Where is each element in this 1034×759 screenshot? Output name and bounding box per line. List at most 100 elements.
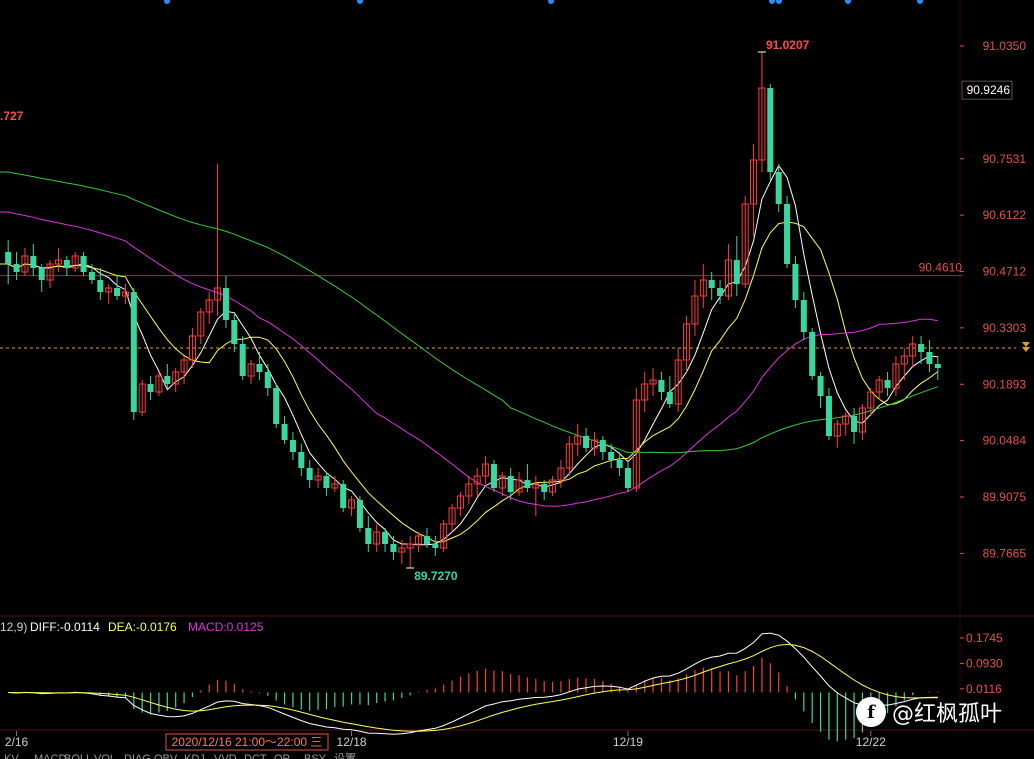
candle[interactable] (180, 356, 188, 384)
indicator-tab[interactable]: DCT (244, 753, 267, 759)
candle[interactable] (875, 376, 883, 400)
indicator-tab[interactable]: KV (4, 753, 19, 759)
candle[interactable] (851, 408, 858, 444)
candle[interactable] (884, 372, 891, 396)
candle[interactable] (699, 264, 707, 308)
candle[interactable] (817, 372, 824, 408)
candle[interactable] (926, 340, 933, 372)
candles[interactable] (5, 52, 941, 568)
candle[interactable] (365, 516, 372, 552)
candle[interactable] (758, 52, 766, 172)
candle[interactable] (432, 536, 439, 556)
indicator-tab[interactable]: DIAG (124, 753, 151, 759)
indicator-tab[interactable]: 设置 (334, 752, 356, 759)
candle[interactable] (549, 476, 557, 496)
candle[interactable] (222, 276, 229, 328)
indicator-tab[interactable]: BOLL (64, 753, 92, 759)
candle[interactable] (80, 252, 87, 276)
candle[interactable] (138, 380, 146, 416)
candle[interactable] (289, 432, 296, 460)
candle[interactable] (71, 252, 79, 272)
candle[interactable] (38, 264, 45, 292)
candle[interactable] (231, 312, 238, 352)
candle[interactable] (147, 376, 154, 400)
candle[interactable] (733, 236, 740, 296)
candle[interactable] (900, 348, 908, 380)
candle[interactable] (858, 404, 866, 440)
candle[interactable] (674, 348, 682, 412)
candle[interactable] (114, 276, 121, 300)
candle[interactable] (833, 420, 841, 448)
indicator-tab[interactable]: OBV (154, 753, 178, 759)
candle[interactable] (767, 84, 774, 180)
candle[interactable] (784, 196, 791, 268)
candle[interactable] (683, 316, 691, 372)
candle[interactable] (340, 480, 347, 512)
candle[interactable] (632, 388, 640, 492)
candle[interactable] (565, 436, 573, 476)
candle[interactable] (197, 308, 205, 344)
candle[interactable] (348, 496, 356, 516)
candle[interactable] (590, 432, 598, 456)
candle[interactable] (247, 360, 255, 384)
indicator-tab[interactable]: OP (274, 753, 290, 759)
candle[interactable] (356, 496, 363, 532)
candle[interactable] (825, 388, 832, 440)
candle[interactable] (306, 460, 313, 488)
forex-candlestick-chart[interactable]: 0.1745 0.0930 0.0116 12,9) DIFF:-0.0114 DEA:-… (0, 0, 1034, 759)
candle[interactable] (557, 460, 565, 488)
candle[interactable] (515, 472, 523, 496)
candle[interactable] (323, 472, 330, 496)
candle[interactable] (624, 460, 631, 492)
candle[interactable] (331, 476, 339, 492)
candle[interactable] (46, 260, 54, 288)
bottom-bar[interactable]: 2/16 12/18 12/19 12/22 2020/12/16 21:00～22:0… (4, 731, 886, 759)
candle[interactable] (121, 284, 129, 304)
candle[interactable] (97, 268, 104, 300)
candle[interactable] (63, 256, 70, 276)
candle[interactable] (524, 464, 531, 492)
candle[interactable] (456, 492, 464, 516)
candle[interactable] (155, 372, 163, 396)
candle[interactable] (473, 468, 481, 496)
candle[interactable] (649, 368, 657, 396)
candle[interactable] (205, 292, 213, 324)
candle[interactable] (406, 536, 414, 568)
candle[interactable] (482, 456, 490, 484)
candle[interactable] (507, 468, 514, 500)
indicator-tab[interactable]: KDJ (184, 753, 205, 759)
candle[interactable] (800, 292, 807, 340)
candle[interactable] (54, 248, 62, 272)
candle[interactable] (691, 280, 699, 336)
candle[interactable] (239, 336, 246, 380)
candle[interactable] (314, 468, 322, 488)
candle[interactable] (498, 472, 506, 496)
candle[interactable] (281, 416, 288, 444)
candle[interactable] (599, 436, 606, 460)
candle[interactable] (750, 144, 758, 236)
indicator-tab[interactable]: MACD (34, 753, 66, 759)
candle[interactable] (792, 256, 799, 308)
candle[interactable] (574, 424, 582, 456)
candle[interactable] (641, 372, 649, 412)
candle[interactable] (490, 460, 497, 492)
candle[interactable] (775, 164, 782, 212)
candle[interactable] (30, 244, 37, 276)
candle[interactable] (130, 288, 137, 420)
candle[interactable] (809, 328, 816, 380)
candle[interactable] (273, 384, 280, 428)
candle[interactable] (5, 240, 12, 284)
candle[interactable] (21, 248, 29, 276)
candle[interactable] (256, 352, 263, 380)
candle[interactable] (741, 196, 749, 288)
candle[interactable] (909, 336, 917, 368)
candle[interactable] (298, 444, 305, 476)
candle[interactable] (465, 476, 473, 504)
candle[interactable] (583, 428, 590, 452)
candle[interactable] (724, 244, 732, 300)
candle[interactable] (658, 372, 665, 400)
candle[interactable] (448, 504, 456, 532)
candle[interactable] (373, 524, 381, 552)
candle[interactable] (390, 536, 397, 560)
candle[interactable] (842, 412, 850, 436)
